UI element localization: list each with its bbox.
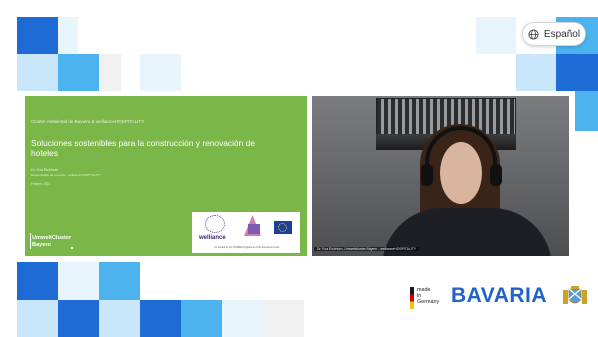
decor-tile [58, 300, 99, 337]
welliance-logo-icon [205, 215, 225, 233]
umweltcluster-logo-dot [71, 247, 73, 249]
speaker-caption: Dr. Eva Eichhorn, Umweltcluster Bayern -… [314, 247, 420, 251]
event-stage: Español Cluster Ambiental de Baviera & w… [0, 0, 598, 337]
decor-tile [222, 300, 263, 337]
language-label: Español [543, 28, 581, 40]
slide-header: Cluster Ambiental de Baviera & welliance… [31, 119, 145, 124]
decor-tile [99, 300, 140, 337]
slide-author-role: Responsable de proyecto, wellianceHOSPIT… [31, 173, 101, 177]
decor-tile [516, 54, 556, 91]
decor-tile [58, 262, 99, 300]
decor-tile [140, 300, 181, 337]
decor-tile [58, 54, 99, 91]
decor-tile [17, 17, 58, 54]
cofunded-note: Co-funded by the COSME Programme of the … [214, 246, 280, 249]
speaker-video: Dr. Eva Eichhorn, Umweltcluster Bayern -… [312, 96, 569, 256]
decor-tile [263, 300, 304, 337]
presentation-slide: Cluster Ambiental de Baviera & welliance… [25, 96, 307, 256]
welliance-logo-text: welliance [199, 235, 226, 241]
decor-tile [556, 54, 598, 91]
decor-tile [181, 300, 222, 337]
decor-tile [99, 54, 121, 91]
bavaria-branding: made in Germany BAVARIA [410, 284, 590, 312]
decor-tile [476, 17, 516, 54]
slide-date: Febrero 2021 [31, 182, 51, 186]
bavaria-wordmark: BAVARIA [451, 284, 548, 307]
umweltcluster-logo-line1: UmweltCluster [32, 235, 72, 241]
bavaria-crest-icon [563, 286, 587, 304]
umweltcluster-logo-line2: Bayern [32, 242, 51, 248]
decor-tile [140, 54, 181, 91]
eu-stars-icon [278, 223, 287, 232]
decor-tile [99, 262, 140, 300]
umweltcluster-logo-bar [30, 233, 31, 249]
slide-title: Soluciones sostenibles para la construcc… [31, 138, 255, 158]
decor-tile [58, 17, 78, 54]
language-button[interactable]: Español [522, 22, 586, 46]
decor-tile [17, 262, 58, 300]
made-in-germany-label: made in Germany [417, 287, 440, 305]
headset-earcup-right [490, 164, 502, 186]
decor-tile [17, 54, 58, 91]
decor-tile [575, 91, 598, 131]
hospitality-logo-block [248, 224, 260, 234]
globe-icon [528, 28, 539, 40]
slide-author: Dr. Eva Eichhorn [31, 168, 58, 172]
headset-earcup-left [421, 164, 433, 186]
decor-tile [17, 300, 58, 337]
partner-logos: welliance Co-funded by the COSME Program… [192, 212, 300, 253]
german-flag-icon [410, 287, 414, 309]
